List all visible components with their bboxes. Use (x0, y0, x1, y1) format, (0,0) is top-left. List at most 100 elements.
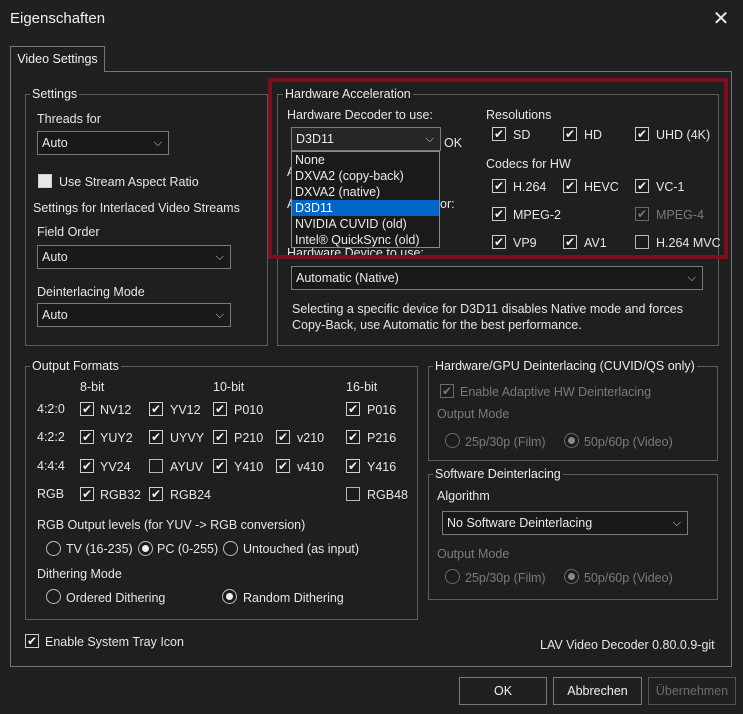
cancel-button[interactable]: Abbrechen (553, 677, 642, 705)
tab-video-settings[interactable]: Video Settings (10, 46, 105, 72)
chevron-down-icon: ⌵ (687, 272, 696, 284)
ayuv-label: AYUV (170, 460, 204, 474)
p210-checkbox[interactable]: ✔ (213, 430, 227, 444)
untouched-label: Untouched (as input) (243, 542, 360, 556)
yuy2-checkbox[interactable]: ✔ (80, 430, 94, 444)
yv12-checkbox[interactable]: ✔ (149, 402, 163, 416)
nv12-checkbox[interactable]: ✔ (80, 402, 94, 416)
pc-range-radio[interactable] (138, 541, 153, 556)
nv12-label: NV12 (100, 403, 132, 417)
device-info-text: Selecting a specific device for D3D11 di… (292, 302, 683, 332)
rgb24-checkbox[interactable]: ✔ (149, 487, 163, 501)
interlaced-label: Settings for Interlaced Video Streams (33, 201, 240, 215)
y410-checkbox[interactable]: ✔ (213, 459, 227, 473)
rgb-levels-label: RGB Output levels (for YUV -> RGB conver… (37, 518, 306, 532)
yv24-checkbox[interactable]: ✔ (80, 459, 94, 473)
col-8bit-label: 8-bit (80, 380, 105, 394)
p010-label: P010 (234, 403, 264, 417)
threads-value: Auto (42, 136, 68, 150)
v210-label: v210 (297, 431, 325, 445)
yuy2-label: YUY2 (100, 431, 133, 445)
yv12-label: YV12 (170, 403, 201, 417)
pc-range-label: PC (0-255) (157, 542, 219, 556)
row-422-label: 4:2:2 (37, 430, 65, 444)
y410-label: Y410 (234, 460, 264, 474)
sw-video-radio[interactable] (564, 569, 579, 584)
rgb48-checkbox[interactable] (346, 487, 360, 501)
threads-label: Threads for (37, 112, 101, 126)
deint-mode-label: Deinterlacing Mode (37, 285, 145, 299)
tv-range-radio[interactable] (46, 541, 61, 556)
random-dither-label: Random Dithering (243, 591, 344, 605)
rgb32-label: RGB32 (100, 488, 141, 502)
uyvy-label: UYVY (170, 431, 205, 445)
p016-checkbox[interactable]: ✔ (346, 402, 360, 416)
untouched-radio[interactable] (223, 541, 238, 556)
highlight-frame (268, 78, 728, 259)
radio-selected-dot (568, 573, 575, 580)
p210-label: P210 (234, 431, 264, 445)
row-444-label: 4:4:4 (37, 459, 65, 473)
device-select[interactable]: Automatic (Native) ⌵ (291, 266, 703, 290)
ordered-dither-label: Ordered Dithering (66, 591, 166, 605)
yv24-label: YV24 (100, 460, 131, 474)
version-text: LAV Video Decoder 0.80.0.9-git (540, 638, 715, 652)
stream-aspect-checkbox[interactable] (38, 174, 52, 188)
chevron-down-icon: ⌵ (215, 309, 224, 321)
y416-checkbox[interactable]: ✔ (346, 459, 360, 473)
threads-select[interactable]: Auto ⌵ (37, 131, 169, 155)
adaptive-hw-deint-checkbox[interactable]: ✔ (440, 384, 454, 398)
hw-deint-label: Hardware/GPU Deinterlacing (CUVID/QS onl… (433, 359, 697, 373)
deint-mode-select[interactable]: Auto ⌵ (37, 303, 231, 327)
row-rgb-label: RGB (37, 487, 65, 501)
sw-video-label: 50p/60p (Video) (584, 571, 673, 585)
output-formats-label: Output Formats (30, 359, 121, 373)
random-dither-radio[interactable] (222, 589, 237, 604)
rgb24-label: RGB24 (170, 488, 211, 502)
sw-output-mode-label: Output Mode (437, 547, 510, 561)
tv-range-label: TV (16-235) (66, 542, 133, 556)
sw-film-label: 25p/30p (Film) (465, 571, 546, 585)
hw-film-label: 25p/30p (Film) (465, 435, 546, 449)
algorithm-select[interactable]: No Software Deinterlacing ⌵ (442, 511, 688, 535)
field-order-value: Auto (42, 250, 68, 264)
deint-mode-value: Auto (42, 308, 68, 322)
dither-mode-label: Dithering Mode (37, 567, 122, 581)
col-16bit-label: 16-bit (346, 380, 378, 394)
hw-video-radio[interactable] (564, 433, 579, 448)
sw-film-radio[interactable] (445, 569, 460, 584)
p016-label: P016 (367, 403, 397, 417)
hw-video-label: 50p/60p (Video) (584, 435, 673, 449)
p010-checkbox[interactable]: ✔ (213, 402, 227, 416)
close-icon[interactable]: ✕ (708, 6, 734, 32)
hw-film-radio[interactable] (445, 433, 460, 448)
uyvy-checkbox[interactable]: ✔ (149, 430, 163, 444)
apply-button[interactable]: Übernehmen (648, 677, 736, 705)
v410-label: v410 (297, 460, 325, 474)
sw-deint-label: Software Deinterlacing (433, 467, 563, 481)
v210-checkbox[interactable]: ✔ (276, 430, 290, 444)
chevron-down-icon: ⌵ (153, 137, 162, 149)
window-title: Eigenschaften (10, 10, 106, 27)
device-value: Automatic (Native) (296, 271, 399, 285)
field-order-label: Field Order (37, 225, 100, 239)
radio-selected-dot (568, 437, 575, 444)
tray-icon-checkbox[interactable]: ✔ (25, 634, 39, 648)
hw-output-mode-label: Output Mode (437, 407, 510, 421)
field-order-select[interactable]: Auto ⌵ (37, 245, 231, 269)
ok-button[interactable]: OK (459, 677, 547, 705)
title-bar (0, 0, 743, 38)
tray-icon-label: Enable System Tray Icon (45, 635, 184, 649)
col-10bit-label: 10-bit (213, 380, 245, 394)
v410-checkbox[interactable]: ✔ (276, 459, 290, 473)
adaptive-hw-deint-label: Enable Adaptive HW Deinterlacing (460, 385, 652, 399)
y416-label: Y416 (367, 460, 397, 474)
stream-aspect-label: Use Stream Aspect Ratio (59, 175, 199, 189)
radio-selected-dot (226, 593, 233, 600)
ayuv-checkbox[interactable] (149, 459, 163, 473)
row-420-label: 4:2:0 (37, 402, 65, 416)
algorithm-value: No Software Deinterlacing (447, 516, 593, 530)
p216-checkbox[interactable]: ✔ (346, 430, 360, 444)
rgb32-checkbox[interactable]: ✔ (80, 487, 94, 501)
ordered-dither-radio[interactable] (46, 589, 61, 604)
